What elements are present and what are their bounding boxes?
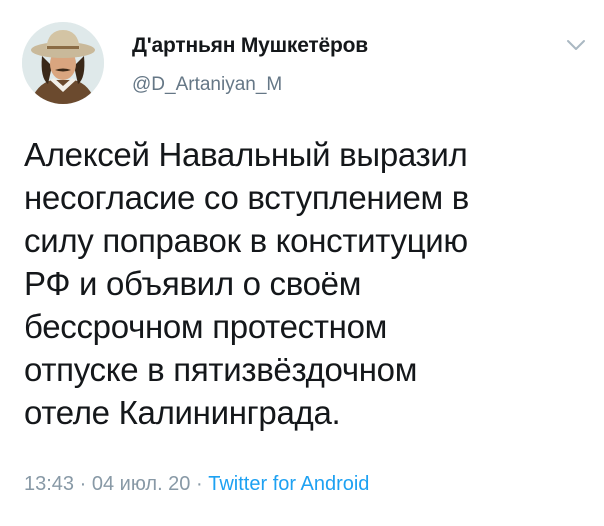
- chevron-down-icon[interactable]: [566, 38, 586, 52]
- client-link[interactable]: Twitter for Android: [208, 473, 369, 495]
- user-handle[interactable]: @D_Artaniyan_M: [132, 74, 282, 96]
- tweet-text: Алексей Навальный выразил несогласие со …: [24, 136, 469, 431]
- tweet-card: Д'артньян Мушкетёров @D_Artaniyan_M Алек…: [0, 0, 604, 526]
- meta-separator: ·: [196, 473, 203, 495]
- meta-separator: ·: [79, 473, 87, 495]
- tweet-meta: 13:43 · 04 июл. 20 · Twitter for Android: [24, 473, 369, 496]
- display-name[interactable]: Д'артньян Мушкетёров: [132, 34, 368, 58]
- avatar-image: [22, 22, 104, 104]
- avatar[interactable]: [22, 22, 104, 104]
- tweet-date[interactable]: 04 июл. 20: [92, 473, 191, 495]
- tweet-time[interactable]: 13:43: [24, 473, 74, 495]
